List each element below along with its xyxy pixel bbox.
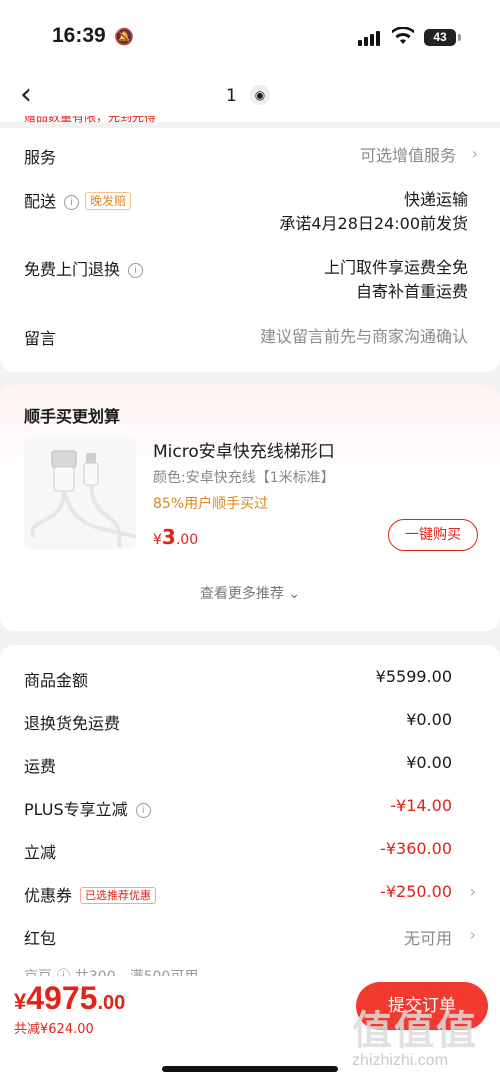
return-shipping-value: ¥0.00 xyxy=(406,710,452,729)
service-label: 服务 xyxy=(24,148,57,167)
delivery-label: 配送 xyxy=(24,192,57,211)
info-icon[interactable]: i xyxy=(128,263,144,278)
goods-amount-label: 商品金额 xyxy=(24,671,89,690)
service-row[interactable]: 服务 可选增值服务 › xyxy=(24,144,478,168)
addon-recommend-card: 顺手买更划算 Micro安卓快充线梯形口 颜色:安卓快充线【1米标准】 85%用… xyxy=(0,385,500,631)
wifi-icon xyxy=(391,26,415,50)
return-label: 免费上门退换 xyxy=(24,260,121,279)
chevron-right-icon: › xyxy=(469,925,476,944)
red-packet-value: 无可用 xyxy=(403,929,452,948)
delivery-label-group: 配送 i 晚发赔 xyxy=(24,188,132,212)
instant-discount-label: 立减 xyxy=(24,843,57,862)
delivery-value: 快递运输承诺4月28日24:00前发货 xyxy=(279,188,468,236)
battery-tip xyxy=(458,34,461,41)
status-time: 16:39 xyxy=(52,24,106,47)
order-options-card: 服务 可选增值服务 › 配送 i 晚发赔 快递运输承诺4月28日24:00前发货 免… xyxy=(0,128,500,372)
return-row[interactable]: 免费上门退换 i 上门取件享运费全免自寄补首重运费 xyxy=(24,256,468,306)
delivery-row[interactable]: 配送 i 晚发赔 快递运输承诺4月28日24:00前发货 xyxy=(24,188,468,238)
delivery-promise: 承诺4月28日24:00前发货 xyxy=(279,214,468,233)
return-label-group: 免费上门退换 i xyxy=(24,256,144,280)
cellular-signal-icon xyxy=(358,28,384,46)
home-indicator[interactable] xyxy=(162,1066,338,1072)
return-value: 上门取件享运费全免自寄补首重运费 xyxy=(324,256,468,304)
return-line1: 上门取件享运费全免 xyxy=(323,258,468,277)
delivery-tag: 晚发赔 xyxy=(85,192,132,210)
jd-beans-peek: 京豆 ⓘ 共300，满500可用 xyxy=(24,966,452,976)
instant-discount-value: -¥360.00 xyxy=(380,839,452,858)
coupon-value: -¥250.00 xyxy=(380,882,452,901)
total-price: ¥4975.00 xyxy=(14,980,126,1016)
product-price: ¥3.00 xyxy=(153,525,199,549)
plus-discount-label: PLUS专享立减 xyxy=(24,800,128,819)
plus-discount-value: -¥14.00 xyxy=(390,796,452,815)
delivery-method: 快递运输 xyxy=(403,190,468,209)
coupon-label: 优惠券 xyxy=(24,886,73,905)
product-spec: 颜色:安卓快充线【1米标准】 xyxy=(153,470,335,486)
chevron-right-icon: › xyxy=(469,882,476,901)
return-shipping-label: 退换货免运费 xyxy=(24,714,121,733)
goods-amount-value: ¥5599.00 xyxy=(375,667,452,686)
message-row[interactable]: 留言 建议留言前先与商家沟通确认 xyxy=(24,325,468,349)
coupon-label-group: 优惠券 已选推荐优惠 xyxy=(24,882,157,906)
service-value: 可选增值服务 xyxy=(359,146,456,165)
plus-label-group: PLUS专享立减 i xyxy=(24,796,151,820)
info-icon[interactable]: i xyxy=(135,803,151,818)
battery-indicator: 43 xyxy=(424,29,456,46)
product-image[interactable] xyxy=(24,437,136,549)
addon-title: 顺手买更划算 xyxy=(24,407,121,426)
red-packet-label: 红包 xyxy=(24,929,57,948)
more-recommend-link[interactable]: 查看更多推荐 ⌄ xyxy=(0,583,500,603)
chevron-right-icon: › xyxy=(471,144,478,163)
back-icon[interactable]: ‹ xyxy=(20,78,50,112)
watermark: 值值值 zhizhizhi.com xyxy=(352,998,492,1078)
status-bar: 16:39 🔕 43 xyxy=(0,0,500,70)
nav-bar: ‹ 1 ◉ xyxy=(0,70,500,122)
one-click-buy-button[interactable]: 一键购买 xyxy=(388,519,478,551)
info-icon[interactable]: i xyxy=(64,195,80,210)
gift-notice-peek: 赠品数量有限，先到先得 xyxy=(24,116,157,124)
coupon-tag: 已选推荐优惠 xyxy=(80,887,157,904)
watermark-logo: 值值值 xyxy=(352,1008,478,1053)
shipping-value: ¥0.00 xyxy=(406,753,452,772)
checkout-bar: 京豆 ⓘ 共300，满500可用 ¥4975.00 共减¥624.00 提交订单… xyxy=(0,969,500,1083)
message-input[interactable]: 建议留言前先与商家沟通确认 xyxy=(260,325,468,349)
message-label: 留言 xyxy=(24,329,57,348)
shipping-label: 运费 xyxy=(24,757,57,776)
total-saved: 共减¥624.00 xyxy=(14,1022,94,1037)
return-line2: 自寄补首重运费 xyxy=(355,282,468,301)
silent-bell-icon: 🔕 xyxy=(114,27,134,46)
product-name[interactable]: Micro安卓快充线梯形口 xyxy=(153,437,335,462)
product-hint: 85%用户顺手买过 xyxy=(153,496,269,512)
nav-title: 1 xyxy=(226,86,237,106)
location-icon[interactable]: ◉ xyxy=(250,85,270,105)
